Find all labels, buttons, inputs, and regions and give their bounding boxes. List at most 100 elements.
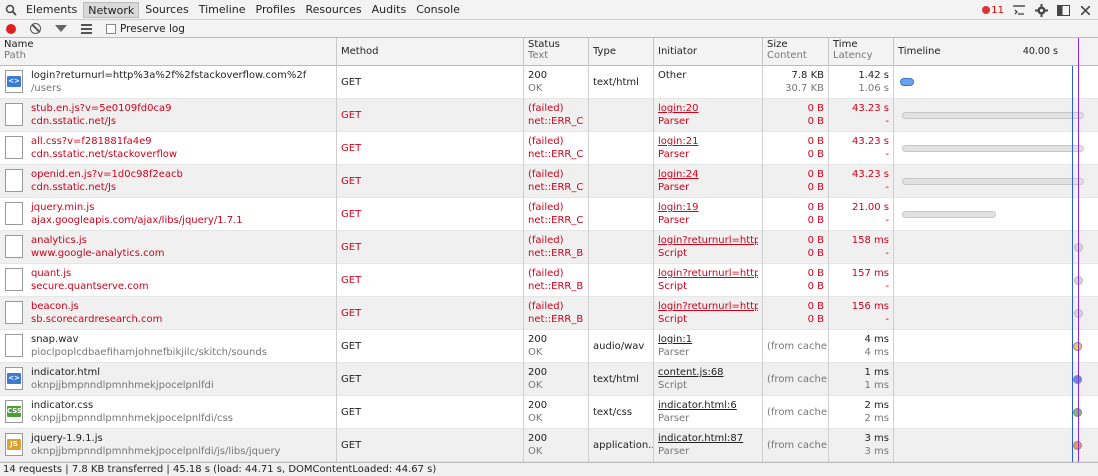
cell-timeline [894, 99, 1098, 132]
network-table-header: Name Path Method Status Text Type Initia… [0, 38, 1098, 66]
cell-name[interactable]: CSS indicator.css oknpjjbmpnndlpmnhmekjp… [0, 396, 337, 429]
load-event-line [1078, 132, 1079, 165]
cell-type: text/html [589, 363, 654, 396]
table-row[interactable]: jquery.min.js ajax.googleapis.com/ajax/l… [0, 198, 1098, 231]
cell-name[interactable]: analytics.js www.google-analytics.com [0, 231, 337, 264]
status-text: net::ERR_BLO [528, 314, 584, 325]
cell-name[interactable]: quant.js secure.quantserve.com [0, 264, 337, 297]
col-timeline-label: Timeline [898, 46, 941, 57]
cell-status: 200 OK [524, 66, 589, 99]
cell-method: GET [337, 231, 524, 264]
tab-elements[interactable]: Elements [22, 2, 81, 18]
request-path: sb.scorecardresearch.com [31, 314, 163, 325]
cell-name[interactable]: openid.en.js?v=1d0c98f2eacb cdn.sstatic.… [0, 165, 337, 198]
table-row[interactable]: all.css?v=f281881fa4e9 cdn.sstatic.net/s… [0, 132, 1098, 165]
initiator-link[interactable]: login:24 [658, 168, 758, 181]
cell-initiator: login:1 Parser [654, 330, 763, 363]
gear-icon[interactable] [1034, 3, 1048, 17]
initiator-link[interactable]: login:20 [658, 102, 758, 115]
cell-type [589, 99, 654, 132]
blank-file-icon [5, 268, 23, 291]
initiator-link[interactable]: content.js:68 [658, 366, 758, 379]
tab-timeline[interactable]: Timeline [195, 2, 250, 18]
cell-method: GET [337, 66, 524, 99]
table-row[interactable]: snap.wav pioclpoplcdbaefihamjohnefbikjil… [0, 330, 1098, 363]
cell-name[interactable]: all.css?v=f281881fa4e9 cdn.sstatic.net/s… [0, 132, 337, 165]
initiator-link[interactable]: indicator.html:6 [658, 399, 758, 412]
tab-profiles[interactable]: Profiles [252, 2, 300, 18]
search-icon[interactable] [0, 0, 22, 20]
table-row[interactable]: CSS indicator.css oknpjjbmpnndlpmnhmekjp… [0, 396, 1098, 429]
cell-timeline [894, 165, 1098, 198]
cell-initiator: indicator.html:6 Parser [654, 396, 763, 429]
cell-time: 1 ms 1 ms [829, 363, 894, 396]
status-text: OK [528, 446, 543, 457]
console-drawer-icon[interactable] [1012, 3, 1026, 17]
error-count-badge[interactable]: 11 [982, 5, 1004, 16]
tab-console[interactable]: Console [412, 2, 464, 18]
col-status-header[interactable]: Status Text [524, 38, 589, 66]
cell-type [589, 231, 654, 264]
col-initiator-header[interactable]: Initiator [654, 38, 763, 66]
latency-value: - [885, 281, 889, 292]
col-size-header[interactable]: Size Content [763, 38, 829, 66]
initiator-type [658, 82, 758, 95]
record-icon[interactable] [6, 23, 16, 34]
clear-icon[interactable] [30, 23, 41, 34]
latency-value: - [885, 149, 889, 160]
tab-audits[interactable]: Audits [368, 2, 411, 18]
large-rows-icon[interactable] [81, 23, 92, 34]
table-row[interactable]: <> login?returnurl=http%3a%2f%2fstackove… [0, 66, 1098, 99]
table-row[interactable]: stub.en.js?v=5e0109fd0ca9 cdn.sstatic.ne… [0, 99, 1098, 132]
initiator-type: Parser [658, 149, 690, 160]
content-size: 0 B [807, 182, 824, 193]
table-row[interactable]: beacon.js sb.scorecardresearch.com GET (… [0, 297, 1098, 330]
filter-icon[interactable] [55, 25, 67, 32]
tab-network[interactable]: Network [83, 1, 140, 18]
table-row[interactable]: openid.en.js?v=1d0c98f2eacb cdn.sstatic.… [0, 165, 1098, 198]
preserve-log-toggle[interactable]: Preserve log [106, 23, 185, 35]
initiator-link[interactable]: indicator.html:87 [658, 432, 758, 445]
tab-resources[interactable]: Resources [301, 2, 365, 18]
content-size: 0 B [807, 248, 824, 259]
network-summary-bar: 14 requests | 7.8 KB transferred | 45.18… [0, 462, 1098, 476]
table-row[interactable]: JS jquery-1.9.1.js oknpjjbmpnndlpmnhmekj… [0, 429, 1098, 462]
time-value: 43.23 s [851, 169, 889, 180]
dock-icon[interactable] [1056, 3, 1070, 17]
table-row[interactable]: <> indicator.html oknpjjbmpnndlpmnhmekjp… [0, 363, 1098, 396]
table-row[interactable]: analytics.js www.google-analytics.com GE… [0, 231, 1098, 264]
initiator-link[interactable]: login?returnurl=http... [658, 234, 758, 247]
col-type-header[interactable]: Type [589, 38, 654, 66]
initiator-link[interactable]: login?returnurl=http... [658, 300, 758, 313]
close-icon[interactable] [1078, 3, 1092, 17]
col-timeline-header[interactable]: Timeline 40.00 s [894, 38, 1098, 66]
cell-name[interactable]: jquery.min.js ajax.googleapis.com/ajax/l… [0, 198, 337, 231]
table-row[interactable]: quant.js secure.quantserve.com GET (fail… [0, 264, 1098, 297]
cell-name[interactable]: JS jquery-1.9.1.js oknpjjbmpnndlpmnhmekj… [0, 429, 337, 462]
initiator-link[interactable]: login?returnurl=http... [658, 267, 758, 280]
initiator-type: Script [658, 380, 688, 391]
preserve-log-checkbox[interactable] [106, 23, 116, 34]
timeline-bar [902, 112, 1084, 119]
network-toolbar: Preserve log [0, 20, 1098, 38]
request-path: /users [31, 83, 62, 94]
cell-name[interactable]: snap.wav pioclpoplcdbaefihamjohnefbikjil… [0, 330, 337, 363]
col-time-header[interactable]: Time Latency [829, 38, 894, 66]
col-method-header[interactable]: Method [337, 38, 524, 66]
cell-name[interactable]: stub.en.js?v=5e0109fd0ca9 cdn.sstatic.ne… [0, 99, 337, 132]
cell-method: GET [337, 330, 524, 363]
tab-sources[interactable]: Sources [141, 2, 193, 18]
cell-status: (failed) net::ERR_CON [524, 165, 589, 198]
request-name: jquery-1.9.1.js [31, 433, 103, 444]
cell-name[interactable]: beacon.js sb.scorecardresearch.com [0, 297, 337, 330]
cell-timeline [894, 264, 1098, 297]
request-path: www.google-analytics.com [31, 248, 165, 259]
initiator-link[interactable]: login:21 [658, 135, 758, 148]
initiator-link[interactable]: login:1 [658, 333, 758, 346]
initiator-link[interactable]: login:19 [658, 201, 758, 214]
cell-name[interactable]: <> indicator.html oknpjjbmpnndlpmnhmekjp… [0, 363, 337, 396]
time-value: 2 ms [864, 400, 890, 411]
col-name-header[interactable]: Name Path [0, 38, 337, 66]
cell-name[interactable]: <> login?returnurl=http%3a%2f%2fstackove… [0, 66, 337, 99]
cell-method: GET [337, 396, 524, 429]
